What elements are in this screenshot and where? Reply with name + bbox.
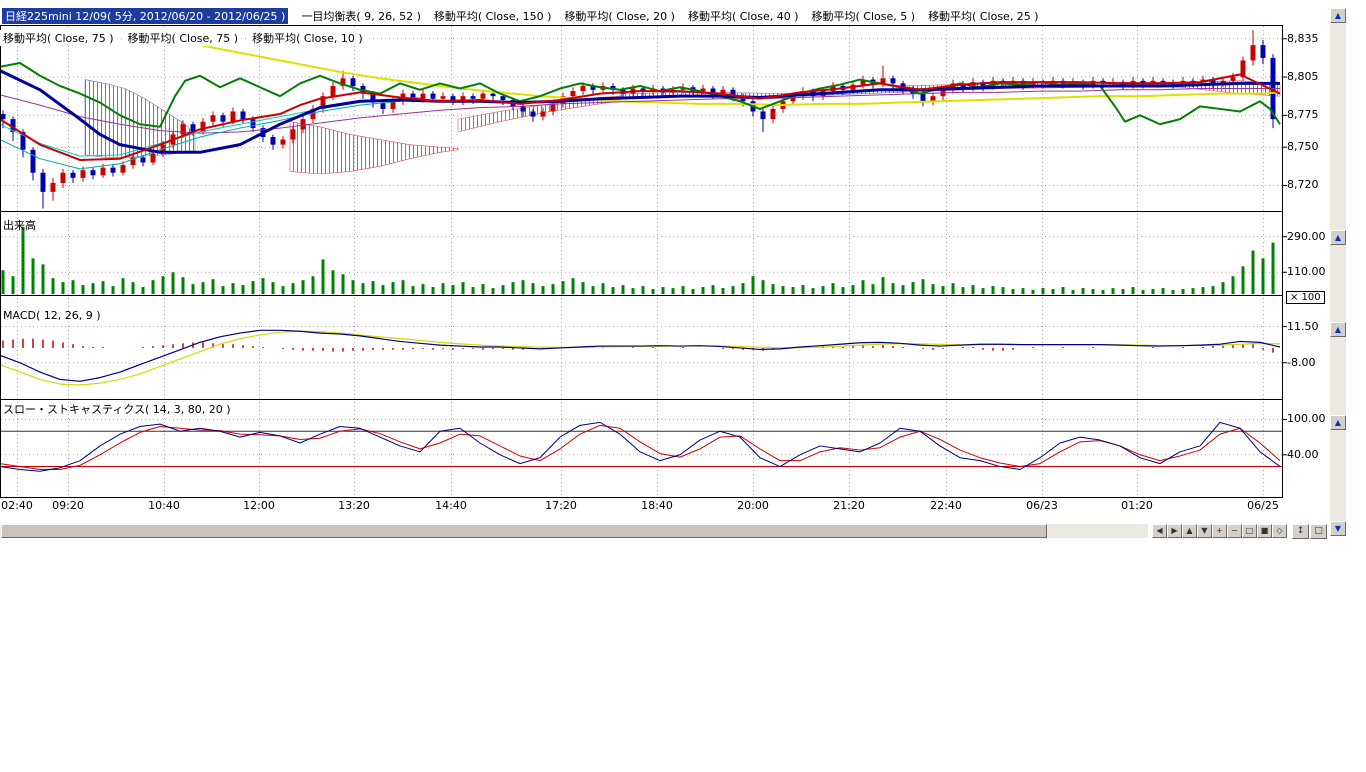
shrink-button[interactable]: − <box>1227 524 1242 538</box>
time-axis-label: 10:40 <box>148 499 180 512</box>
time-axis-label: 17:20 <box>545 499 577 512</box>
time-axis-label: 06/23 <box>1026 499 1058 512</box>
scroll-up-button-pane-1[interactable]: ▲ <box>1330 8 1346 23</box>
macd-pane-title: MACD( 12, 26, 9 ) <box>3 309 101 322</box>
price-axis-label: 8,720 <box>1287 178 1319 191</box>
indicator-chip-1-3[interactable]: 移動平均( Close, 150 ) <box>434 8 552 24</box>
indicator-chip-2-3[interactable]: 移動平均( Close, 10 ) <box>249 30 366 46</box>
scroll-left-button[interactable]: ◀ <box>1152 524 1167 538</box>
macd-axis-label: 11.50 <box>1287 320 1319 333</box>
indicator-chip-1-7[interactable]: 移動平均( Close, 25 ) <box>928 8 1039 24</box>
expand-button[interactable]: + <box>1212 524 1227 538</box>
macd-axis-label: -8.00 <box>1287 356 1315 369</box>
fit-button[interactable]: □ <box>1242 524 1257 538</box>
indicator-header-row-1: 日経225mini 12/09( 5分, 2012/06/20 - 2012/0… <box>2 5 1052 24</box>
horizontal-scrollbar-thumb[interactable] <box>1 524 1047 538</box>
scroll-up-button-pane-2[interactable]: ▲ <box>1330 230 1346 245</box>
time-axis-label: 02:40 <box>1 499 33 512</box>
chart-plot-area[interactable] <box>0 0 1366 768</box>
volume-axis-label: 110.00 <box>1287 265 1326 278</box>
scroll-right-button[interactable]: ▶ <box>1167 524 1182 538</box>
vertical-scrollbar-track[interactable] <box>1330 8 1346 536</box>
price-axis-label: 8,805 <box>1287 70 1319 83</box>
indicator-chip-1-1[interactable]: 日経225mini 12/09( 5分, 2012/06/20 - 2012/0… <box>2 8 288 24</box>
time-axis-label: 20:00 <box>737 499 769 512</box>
chart-canvas[interactable] <box>0 0 1366 768</box>
price-axis-label: 8,750 <box>1287 140 1319 153</box>
time-axis-label: 09:20 <box>52 499 84 512</box>
indicator-chip-1-4[interactable]: 移動平均( Close, 20 ) <box>564 8 675 24</box>
stochastics-pane-title: スロー・ストキャスティクス( 14, 3, 80, 20 ) <box>3 401 231 417</box>
indicator-chip-1-2[interactable]: 一目均衡表( 9, 26, 52 ) <box>301 8 421 24</box>
stoch-axis-label: 40.00 <box>1287 448 1319 461</box>
layout-button[interactable]: □ <box>1310 524 1327 539</box>
pane-resize-button[interactable]: ↕ <box>1292 524 1309 539</box>
time-axis-label: 18:40 <box>641 499 673 512</box>
zoom-out-button[interactable]: ▼ <box>1197 524 1212 538</box>
time-axis-label: 21:20 <box>833 499 865 512</box>
time-axis-label: 13:20 <box>338 499 370 512</box>
scroll-down-button[interactable]: ▼ <box>1330 521 1346 536</box>
volume-pane-title: 出来高 <box>3 217 36 233</box>
volume-multiplier-badge: × 100 <box>1286 291 1325 304</box>
scroll-up-button-pane-3[interactable]: ▲ <box>1330 322 1346 337</box>
indicator-chip-2-2[interactable]: 移動平均( Close, 75 ) <box>125 30 242 46</box>
stoch-axis-label: 100.00 <box>1287 412 1326 425</box>
time-axis-label: 22:40 <box>930 499 962 512</box>
price-axis-label: 8,835 <box>1287 32 1319 45</box>
time-axis-label: 14:40 <box>435 499 467 512</box>
scroll-up-button-pane-4[interactable]: ▲ <box>1330 415 1346 430</box>
indicator-chip-2-1[interactable]: 移動平均( Close, 75 ) <box>0 30 117 46</box>
indicator-header-row-2: 移動平均( Close, 75 ) 移動平均( Close, 75 ) 移動平均( … <box>0 27 374 46</box>
volume-axis-label: 290.00 <box>1287 230 1326 243</box>
time-axis-label: 12:00 <box>243 499 275 512</box>
time-axis-label: 01:20 <box>1121 499 1153 512</box>
time-axis-label: 06/25 <box>1247 499 1279 512</box>
indicator-chip-1-6[interactable]: 移動平均( Close, 5 ) <box>812 8 916 24</box>
price-axis-label: 8,775 <box>1287 108 1319 121</box>
indicator-chip-1-5[interactable]: 移動平均( Close, 40 ) <box>688 8 799 24</box>
full-range-button[interactable]: ■ <box>1257 524 1272 538</box>
zoom-in-button[interactable]: ▲ <box>1182 524 1197 538</box>
cursor-mode-button[interactable]: ◇ <box>1272 524 1287 538</box>
